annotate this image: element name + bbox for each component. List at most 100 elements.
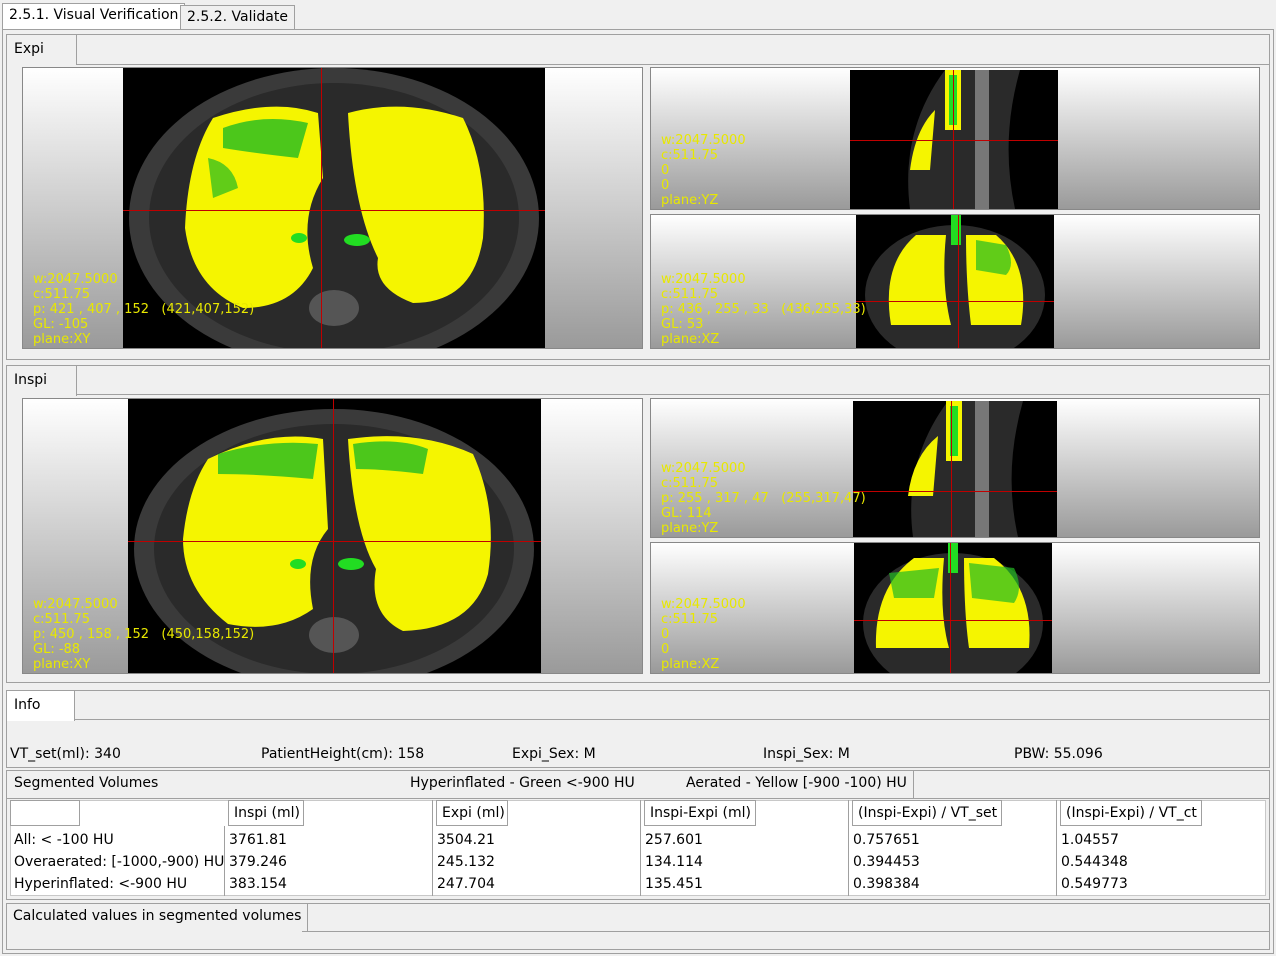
inspi-xz-line1: w:2047.5000 — [661, 597, 746, 612]
tab-validate[interactable]: 2.5.2. Validate — [180, 5, 295, 30]
col-header-ratio-vtset[interactable]: (Inspi-Expi) / VT_set — [852, 800, 1002, 826]
inspi-coronal-scan — [863, 543, 1043, 673]
expi-xz-line4: GL: 53 — [661, 317, 704, 332]
expi-yz-line4: 0 — [661, 178, 670, 193]
calc-group-label: Calculated values in segmented volumes — [7, 904, 309, 932]
inspi-sagittal-scan — [908, 401, 1023, 537]
inspi-axial-view[interactable]: w:2047.5000 c:511.75 p: 450 , 158 , 152 … — [22, 398, 643, 674]
expi-xy-line4: GL: -105 — [33, 317, 89, 332]
expi-yz-line2: c:511.75 — [661, 148, 719, 163]
inspi-xz-line2: c:511.75 — [661, 612, 719, 627]
expi-axial-crosshair-h — [123, 210, 545, 211]
expi-group-header-line — [77, 64, 1269, 65]
inspi-xz-line5: plane:XZ — [661, 657, 720, 672]
expi-yz-line3: 0 — [661, 163, 670, 178]
inspi-axial-crosshair-v — [333, 399, 334, 673]
row-label-overaerated: Overaerated: [-1000,-900) HU — [14, 854, 225, 870]
expi-coronal-view[interactable]: w:2047.5000 c:511.75 p: 436 , 255 , 33 (… — [650, 214, 1260, 349]
cell-all-expi: 3504.21 — [437, 832, 495, 848]
cell-all-ratio-set: 0.757651 — [853, 832, 920, 848]
expi-xy-line3: p: 421 , 407 , 152 (421,407,152) — [33, 302, 255, 317]
expi-axial-overlay: w:2047.5000 c:511.75 p: 421 , 407 , 152 … — [33, 272, 254, 347]
expi-sagittal-overlay: w:2047.5000 c:511.75 0 0 plane:YZ — [661, 133, 746, 208]
inspi-xy-line5: plane:XY — [33, 657, 91, 672]
expi-sex-label: Expi_Sex: M — [512, 746, 596, 762]
inspi-xz-line4: 0 — [661, 642, 670, 657]
expi-sagittal-view[interactable]: w:2047.5000 c:511.75 0 0 plane:YZ — [650, 67, 1260, 210]
inspi-xy-line2: c:511.75 — [33, 612, 91, 627]
expi-xy-line1: w:2047.5000 — [33, 272, 118, 287]
inspi-group-header-line — [77, 394, 1269, 395]
cell-hyper-expi: 247.704 — [437, 876, 495, 892]
info-row: VT_set(ml): 340 PatientHeight(cm): 158 E… — [10, 746, 1260, 766]
inspi-yz-line5: plane:YZ — [661, 521, 719, 536]
inspi-coronal-crosshair-h — [854, 620, 1052, 621]
vt-set-label: VT_set(ml): 340 — [10, 746, 121, 762]
expi-xz-line1: w:2047.5000 — [661, 272, 746, 287]
info-group-label: Info — [7, 691, 75, 721]
inspi-coronal-view[interactable]: w:2047.5000 c:511.75 0 0 plane:XZ — [650, 542, 1260, 674]
volumes-title: Segmented Volumes — [14, 775, 159, 791]
inspi-axial-overlay: w:2047.5000 c:511.75 p: 450 , 158 , 152 … — [33, 597, 254, 672]
inspi-sagittal-crosshair-h — [853, 491, 1057, 492]
cell-over-ratio-set: 0.394453 — [853, 854, 920, 870]
cell-hyper-inspi: 383.154 — [229, 876, 287, 892]
inspi-yz-line1: w:2047.5000 — [661, 461, 746, 476]
table-corner-header — [10, 800, 80, 826]
expi-xz-line2: c:511.75 — [661, 287, 719, 302]
row-label-hyperinflated: Hyperinflated: <-900 HU — [14, 876, 188, 892]
inspi-coronal-image — [854, 543, 1052, 673]
pbw-label: PBW: 55.096 — [1014, 746, 1103, 762]
inspi-sagittal-overlay: w:2047.5000 c:511.75 p: 255 , 317 , 47 (… — [661, 461, 866, 536]
inspi-sex-label: Inspi_Sex: M — [763, 746, 850, 762]
inspi-yz-line2: c:511.75 — [661, 476, 719, 491]
expi-xy-line2: c:511.75 — [33, 287, 91, 302]
expi-sagittal-crosshair-h — [850, 140, 1058, 141]
inspi-xy-line4: GL: -88 — [33, 642, 81, 657]
cell-all-diff: 257.601 — [645, 832, 703, 848]
col-header-inspi-expi[interactable]: Inspi-Expi (ml) — [644, 800, 756, 826]
info-group-header-line — [75, 719, 1269, 720]
expi-xy-line5: plane:XY — [33, 332, 91, 347]
cell-hyper-ratio-set: 0.398384 — [853, 876, 920, 892]
patient-height-label: PatientHeight(cm): 158 — [261, 746, 425, 762]
expi-coronal-overlay: w:2047.5000 c:511.75 p: 436 , 255 , 33 (… — [661, 272, 866, 347]
inspi-xy-line3: p: 450 , 158 , 152 (450,158,152) — [33, 627, 255, 642]
expi-coronal-crosshair-v — [958, 215, 959, 348]
expi-coronal-scan — [865, 215, 1045, 348]
inspi-sagittal-image — [853, 401, 1057, 537]
cell-hyper-ratio-ct: 0.549773 — [1061, 876, 1128, 892]
inspi-sagittal-view[interactable]: w:2047.5000 c:511.75 p: 255 , 317 , 47 (… — [650, 398, 1260, 538]
expi-yz-line5: plane:YZ — [661, 193, 719, 208]
expi-axial-view[interactable]: w:2047.5000 c:511.75 p: 421 , 407 , 152 … — [22, 67, 643, 349]
inspi-group-label: Inspi — [7, 366, 77, 396]
row-label-all: All: < -100 HU — [14, 832, 114, 848]
expi-xz-line3: p: 436 , 255 , 33 (436,255,33) — [661, 302, 866, 317]
legend-yellow: Aerated - Yellow [-900 -100) HU — [680, 770, 914, 799]
inspi-xz-line3: 0 — [661, 627, 670, 642]
inspi-coronal-overlay: w:2047.5000 c:511.75 0 0 plane:XZ — [661, 597, 746, 672]
expi-group-label: Expi — [7, 35, 77, 65]
expi-sagittal-crosshair-v — [953, 70, 954, 209]
cell-all-ratio-ct: 1.04557 — [1061, 832, 1119, 848]
inspi-yz-line4: GL: 114 — [661, 506, 712, 521]
col-header-expi[interactable]: Expi (ml) — [436, 800, 508, 826]
inspi-yz-line3: p: 255 , 317 , 47 (255,317,47) — [661, 491, 866, 506]
expi-yz-line1: w:2047.5000 — [661, 133, 746, 148]
inspi-xy-line1: w:2047.5000 — [33, 597, 118, 612]
col-header-ratio-vtct[interactable]: (Inspi-Expi) / VT_ct — [1060, 800, 1202, 826]
inspi-axial-crosshair-h — [128, 541, 541, 542]
col-header-inspi[interactable]: Inspi (ml) — [228, 800, 304, 826]
cell-all-inspi: 3761.81 — [229, 832, 287, 848]
calc-header-line — [302, 931, 1269, 932]
volumes-header-line — [6, 798, 1270, 799]
legend-green: Hyperinflated - Green <-900 HU — [410, 775, 635, 791]
cell-over-ratio-ct: 0.544348 — [1061, 854, 1128, 870]
expi-coronal-crosshair-h — [856, 301, 1054, 302]
cell-over-inspi: 379.246 — [229, 854, 287, 870]
cell-over-diff: 134.114 — [645, 854, 703, 870]
cell-hyper-diff: 135.451 — [645, 876, 703, 892]
tab-visual-verification[interactable]: 2.5.1. Visual Verification — [2, 3, 186, 30]
expi-sagittal-image — [850, 70, 1058, 209]
expi-xz-line5: plane:XZ — [661, 332, 720, 347]
